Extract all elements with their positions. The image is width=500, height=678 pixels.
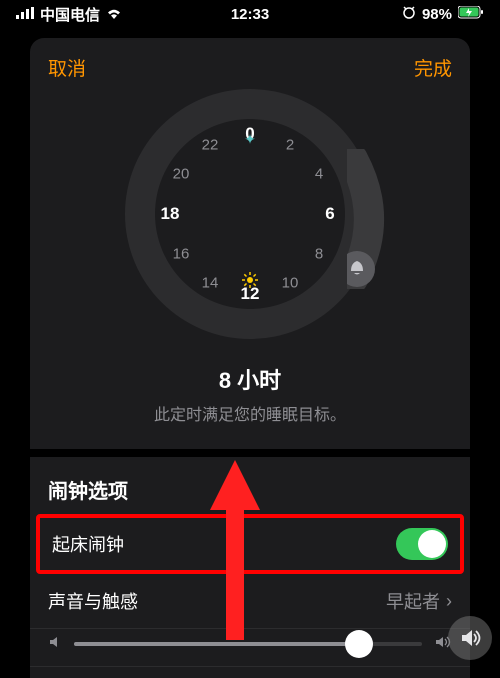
stars-icon: ✦	[244, 131, 256, 148]
battery-icon	[458, 6, 484, 23]
volume-low-icon	[48, 635, 62, 652]
dial-hour-4: 4	[304, 166, 334, 183]
sleep-schedule-sheet: 取消 完成 0 2 4 6 8 10 12 14 16 18 20 22 ✦	[30, 38, 470, 678]
dial-hour-16: 16	[166, 246, 196, 263]
dial-hour-6: 6	[315, 204, 345, 224]
chevron-right-icon: ›	[446, 591, 452, 612]
floating-speaker-icon[interactable]	[448, 616, 492, 660]
status-time: 12:33	[231, 6, 269, 23]
carrier-label: 中国电信	[40, 4, 100, 25]
wifi-icon	[106, 6, 122, 23]
sound-haptics-value: 早起者	[386, 588, 440, 614]
dial-hour-22: 22	[195, 137, 225, 154]
wake-alarm-label: 起床闹钟	[52, 531, 124, 557]
dial-hour-8: 8	[304, 246, 334, 263]
signal-icon	[16, 6, 34, 23]
duration-label: 8 小时	[50, 363, 450, 395]
wake-alarm-toggle[interactable]	[396, 528, 448, 560]
cancel-button[interactable]: 取消	[48, 54, 86, 81]
volume-slider[interactable]	[74, 642, 422, 646]
sun-icon	[242, 272, 258, 291]
wake-handle[interactable]	[347, 149, 381, 279]
dial-hour-10: 10	[275, 275, 305, 292]
dial-hour-14: 14	[195, 275, 225, 292]
status-bar: 中国电信 12:33 98%	[0, 0, 500, 28]
sound-haptics-row[interactable]: 声音与触感 早起者 ›	[30, 574, 470, 629]
sleep-dial[interactable]: 0 2 4 6 8 10 12 14 16 18 20 22 ✦	[125, 89, 375, 339]
snooze-row: 稍后提醒	[30, 667, 470, 678]
dial-hour-2: 2	[275, 137, 305, 154]
alarm-icon	[402, 5, 416, 23]
dial-hour-18: 18	[155, 204, 185, 224]
volume-slider-row	[30, 629, 470, 667]
wake-alarm-row: 起床闹钟	[36, 514, 464, 574]
sound-haptics-label: 声音与触感	[48, 588, 138, 614]
volume-slider-thumb[interactable]	[345, 630, 373, 658]
dial-hour-20: 20	[166, 166, 196, 183]
alarm-options-header: 闹钟选项	[30, 449, 470, 514]
duration-subtitle: 此定时满足您的睡眠目标。	[50, 401, 450, 425]
battery-percent: 98%	[422, 6, 452, 23]
done-button[interactable]: 完成	[414, 54, 452, 81]
